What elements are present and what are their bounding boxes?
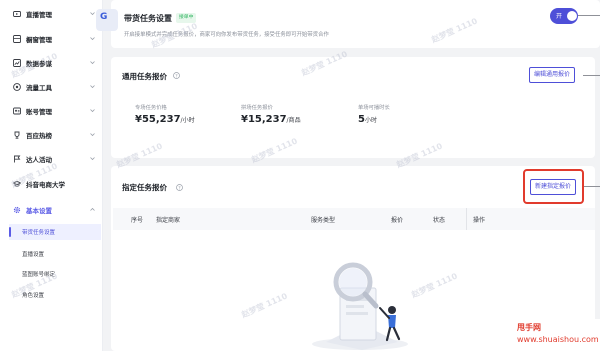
- tv-icon: [13, 11, 21, 17]
- sidebar-item-showcase[interactable]: 橱窗管理: [0, 30, 103, 48]
- sidebar-item-label: 基本设置: [26, 207, 52, 215]
- logo-glyph: G: [100, 12, 108, 22]
- chevron-up-icon: [90, 207, 95, 211]
- chevron-down-icon: [90, 109, 95, 113]
- site-name: 甩手网: [517, 323, 541, 332]
- metric-label: 拼场任务报价: [241, 105, 273, 111]
- toggle-knob: [567, 11, 577, 21]
- sidebar-item-live[interactable]: 直播管理: [0, 5, 103, 23]
- toggle-label: 开: [556, 13, 563, 20]
- task-logo: G: [96, 9, 118, 31]
- metric-value: 5小时: [358, 114, 377, 125]
- info-icon[interactable]: ?: [173, 72, 180, 79]
- sidebar-item-settings[interactable]: 基本设置: [0, 201, 103, 219]
- sidebar-item-label: 百应热榜: [26, 132, 52, 140]
- metric-value: ¥15,237/商品: [241, 114, 301, 125]
- connector-line: [584, 186, 600, 187]
- connector-line: [578, 15, 600, 16]
- chevron-down-icon: [90, 12, 95, 16]
- column-header: 指定商家: [156, 217, 181, 224]
- empty-state-illustration: [312, 262, 408, 350]
- chevron-down-icon: [90, 85, 95, 89]
- column-header: 服务类型: [311, 217, 336, 224]
- sidebar-item-label: 橱窗管理: [26, 36, 52, 44]
- highlight-box: [523, 169, 584, 204]
- sidebar-subitem-label: 带货任务设置: [22, 230, 56, 236]
- page-description: 开启接单模式并完成任务报价，商家可向你发布带货任务，接受任务即可开始带货合作: [124, 32, 329, 38]
- page-title: 带货任务设置: [124, 14, 172, 23]
- sidebar-item-hot-list[interactable]: 百应热榜: [0, 126, 103, 144]
- general-quote-title: 通用任务报价: [122, 72, 167, 81]
- sidebar-subitem-label: 直播设置: [22, 252, 45, 258]
- column-header: 操作: [473, 217, 486, 224]
- accept-orders-toggle[interactable]: 开: [550, 8, 578, 24]
- table-header: [113, 208, 595, 230]
- sidebar-subitem-task-settings[interactable]: 带货任务设置: [9, 224, 101, 240]
- metric-value: ¥55,237/小时: [135, 114, 195, 125]
- gear-icon: [13, 206, 21, 214]
- connector-line: [583, 75, 600, 76]
- sidebar-item-label: 直播管理: [26, 11, 52, 19]
- metric-label: 专场任务价格: [135, 105, 167, 111]
- chevron-down-icon: [90, 157, 95, 161]
- traffic-icon: [13, 83, 21, 91]
- site-url: www.shuaishou.com: [517, 335, 599, 344]
- column-header: 状态: [433, 217, 446, 224]
- edit-general-quote-button[interactable]: 编辑通用报价: [529, 67, 576, 83]
- showcase-icon: [13, 35, 21, 43]
- chevron-down-icon: [90, 61, 95, 65]
- account-icon: [13, 107, 21, 115]
- flag-icon: [14, 155, 21, 163]
- sidebar-item-label: 账号管理: [26, 108, 52, 116]
- column-header: 序号: [131, 217, 144, 224]
- sidebar-item-label: 流量工具: [26, 84, 52, 92]
- metric-label: 单场可播时长: [358, 105, 390, 111]
- site-badge: 甩手网 www.shuaishou.com: [508, 319, 600, 351]
- trophy-icon: [14, 131, 20, 139]
- general-quote-card: [111, 57, 595, 158]
- info-icon[interactable]: ?: [176, 184, 183, 191]
- chevron-down-icon: [90, 133, 95, 137]
- sidebar-item-traffic[interactable]: 流量工具: [0, 78, 103, 96]
- column-divider: [466, 208, 467, 230]
- sidebar-subitem-live-settings[interactable]: 直播设置: [9, 246, 101, 262]
- chevron-down-icon: [90, 37, 95, 41]
- assigned-quote-title: 指定任务报价: [122, 183, 167, 192]
- column-header: 报价: [391, 217, 404, 224]
- sidebar-item-account[interactable]: 账号管理: [0, 102, 103, 120]
